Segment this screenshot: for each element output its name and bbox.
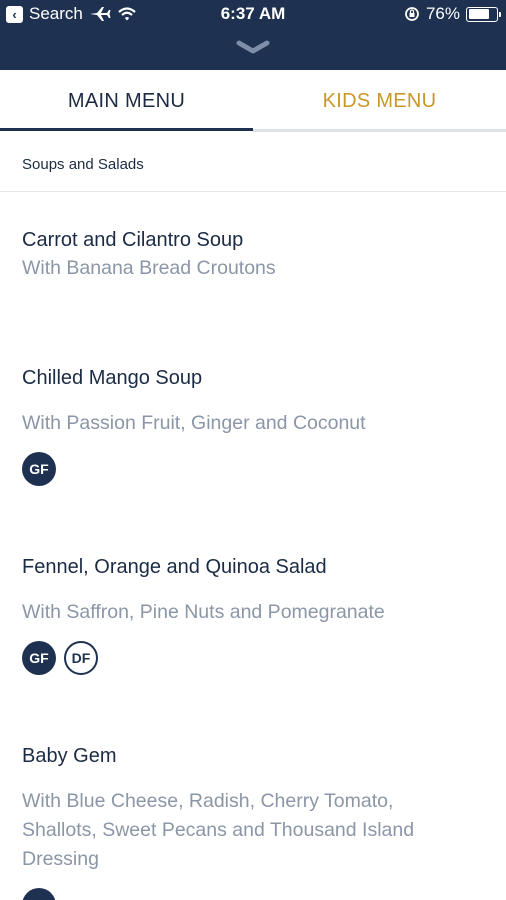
orientation-lock-icon [405, 7, 419, 21]
chevron-down-icon[interactable] [236, 38, 270, 58]
item-description: With Passion Fruit, Ginger and Coconut [22, 412, 366, 434]
diet-badges [22, 888, 492, 900]
battery-percent: 76% [425, 4, 460, 23]
menu-item[interactable]: Fennel, Orange and Quinoa Salad With Saf… [22, 553, 492, 675]
gluten-free-badge: GF [22, 452, 56, 486]
item-description: With Banana Bread Croutons [22, 257, 276, 279]
item-description: With Saffron, Pine Nuts and Pomegranate [22, 601, 385, 623]
item-name: Carrot and Cilantro Soup [22, 229, 244, 251]
dairy-free-badge: DF [64, 641, 98, 675]
gluten-free-badge: GF [22, 641, 56, 675]
item-name: Chilled Mango Soup [22, 367, 203, 389]
tab-kids-menu[interactable]: KIDS MENU [253, 70, 506, 134]
header-bar: ‹ Search 6:37 AM 76% [0, 0, 506, 70]
menu-tabs: MAIN MENU KIDS MENU [0, 70, 506, 134]
active-tab-indicator [0, 128, 253, 131]
menu-item[interactable]: Chilled Mango Soup With Passion Fruit, G… [22, 364, 492, 486]
menu-item[interactable]: Baby Gem With Blue Cheese, Radish, Cherr… [22, 742, 492, 900]
item-description-line: With Blue Cheese, Radish, Cherry Tomato, [22, 790, 394, 812]
section-header: Soups and Salads [0, 134, 506, 192]
item-name: Fennel, Orange and Quinoa Salad [22, 556, 327, 578]
diet-badges: GF [22, 452, 492, 486]
menu-item[interactable]: Carrot and Cilantro Soup With Banana Bre… [22, 226, 492, 283]
tab-divider [253, 129, 506, 132]
tab-main-menu[interactable]: MAIN MENU [0, 70, 253, 134]
diet-badge-partial [22, 888, 56, 900]
item-description-line: Dressing [22, 848, 99, 870]
item-name: Baby Gem [22, 745, 117, 767]
status-right: 76% [404, 4, 501, 24]
section-title: Soups and Salads [22, 156, 144, 173]
status-bar: ‹ Search 6:37 AM 76% [0, 0, 506, 28]
battery-icon [466, 6, 501, 22]
diet-badges: GF DF [22, 641, 492, 675]
item-description-line: Shallots, Sweet Pecans and Thousand Isla… [22, 819, 415, 841]
